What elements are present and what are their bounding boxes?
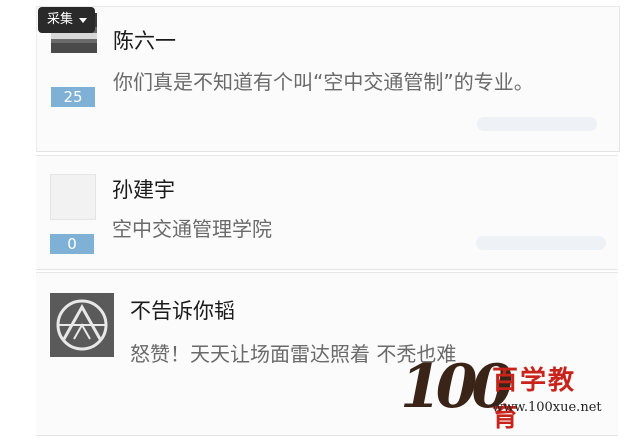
blurred-metadata	[477, 117, 597, 131]
brand-watermark: 100 百学教育 www.100xue.net	[400, 356, 602, 433]
collect-button[interactable]: 采集	[38, 7, 95, 33]
watermark-url: www.100xue.net	[492, 400, 602, 415]
commenter-name[interactable]: 孙建宇	[112, 174, 175, 204]
collect-label: 采集	[47, 12, 74, 27]
watermark-brand: 百学教育	[492, 366, 577, 433]
commenter-name[interactable]: 不告诉你韬	[130, 295, 235, 325]
like-count-badge[interactable]: 25	[51, 87, 95, 107]
chevron-down-icon	[79, 18, 87, 23]
comment-text: 空中交通管理学院	[112, 217, 272, 241]
like-count-badge[interactable]: 0	[50, 234, 94, 254]
blurred-metadata	[476, 236, 606, 250]
commenter-name[interactable]: 陈六一	[113, 25, 176, 55]
avatar[interactable]	[50, 293, 114, 357]
avatar[interactable]	[50, 174, 96, 220]
comment-card: 0 孙建宇 空中交通管理学院	[36, 155, 618, 270]
comment-text: 你们真是不知道有个叫“空中交通管制”的专业。	[113, 70, 534, 94]
band-logo-icon	[50, 293, 114, 357]
comment-card: 25 陈六一 你们真是不知道有个叫“空中交通管制”的专业。	[36, 6, 620, 152]
